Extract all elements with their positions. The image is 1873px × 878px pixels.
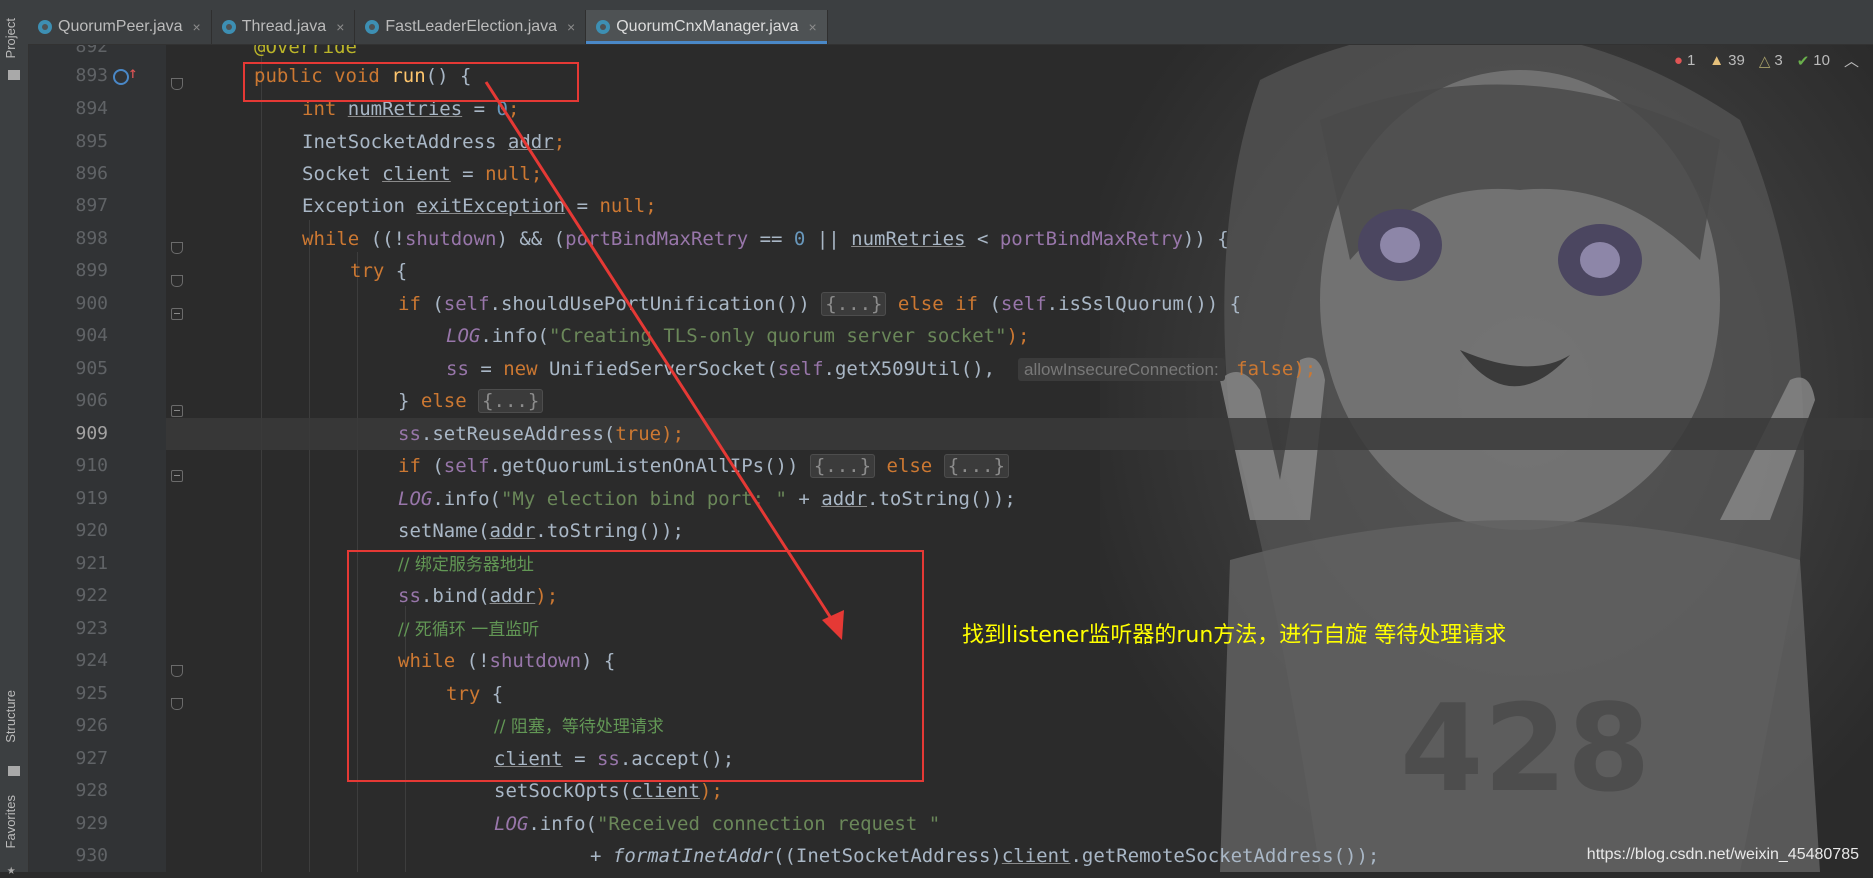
parameter-hint: allowInsecureConnection: [1018, 358, 1225, 381]
line-number: 906 [75, 390, 108, 411]
code-line-919: LOG.info("My election bind port: " + add… [398, 488, 1016, 510]
editor-tab-bar: QuorumPeer.java × Thread.java × FastLead… [28, 10, 1873, 45]
annotation-text: 找到listener监听器的run方法，进行自旋 等待处理请求 [962, 623, 1507, 648]
star-icon: ★ [7, 862, 16, 878]
tab-label: QuorumPeer.java [58, 18, 183, 35]
highlight-box-run-method [243, 62, 579, 102]
inspection-widget[interactable]: ● 1 ▲ 39 △ 3 ✔ 10 ︿ [1674, 50, 1859, 71]
overrides-method-icon[interactable] [113, 69, 129, 85]
warning-icon: ▲ [1709, 52, 1725, 69]
editor-gutter: 892 893 894 895 896 897 898 899 900 904 … [28, 36, 183, 872]
line-number: 929 [75, 813, 108, 834]
structure-label: Structure [3, 690, 18, 743]
code-line-910: if (self.getQuorumListenOnAllIPs()) {...… [166, 450, 1873, 482]
close-icon[interactable]: × [809, 19, 817, 35]
project-label: Project [3, 18, 18, 59]
line-number: 924 [75, 650, 108, 671]
typos-count[interactable]: ✔ 10 [1797, 52, 1830, 70]
line-number: 893 [75, 65, 108, 86]
tab-label: QuorumCnxManager.java [616, 18, 799, 35]
line-number-current: 909 [75, 423, 108, 444]
code-line-899: try { [350, 260, 408, 282]
structure-tool-button[interactable]: Structure [3, 690, 18, 743]
line-number: 925 [75, 683, 108, 704]
code-line-905: ss = new UnifiedServerSocket(self.getX50… [446, 358, 1317, 381]
error-icon: ● [1673, 52, 1683, 69]
line-number: 922 [75, 585, 108, 606]
line-number: 897 [75, 195, 108, 216]
tab-fastleaderelection[interactable]: FastLeaderElection.java × [355, 10, 587, 44]
folded-block[interactable]: {...} [821, 292, 887, 316]
java-class-icon [221, 20, 236, 34]
code-line-895: InetSocketAddress addr; [302, 131, 566, 153]
java-class-icon [596, 20, 611, 34]
code-line-929: LOG.info("Received connection request " [494, 813, 941, 835]
project-tool-button[interactable]: Project [3, 18, 18, 58]
folded-block[interactable]: {...} [943, 454, 1009, 478]
code-line-920: setName(addr.toString()); [398, 520, 684, 542]
tab-quorumcnxmanager[interactable]: QuorumCnxManager.java × [586, 10, 828, 44]
line-number: 899 [75, 260, 108, 281]
code-line-904: LOG.info("Creating TLS-only quorum serve… [446, 325, 1030, 347]
java-class-icon [365, 20, 380, 34]
favorites-tool-button[interactable]: Favorites [3, 795, 18, 848]
tab-quorumpeer[interactable]: QuorumPeer.java × [28, 10, 212, 44]
line-number: 921 [75, 553, 108, 574]
weak-warnings-count[interactable]: △ 3 [1759, 52, 1783, 70]
warnings-count[interactable]: ▲ 39 [1709, 52, 1745, 69]
up-arrow-icon: ↑ [128, 63, 138, 82]
breadcrumb [0, 0, 1873, 10]
line-number: 930 [75, 845, 108, 866]
line-number: 896 [75, 163, 108, 184]
weak-warning-icon: △ [1758, 52, 1771, 70]
close-icon[interactable]: × [336, 19, 344, 35]
line-number: 928 [75, 780, 108, 801]
line-number: 910 [75, 455, 108, 476]
line-number: 927 [75, 748, 108, 769]
favorites-label: Favorites [3, 795, 18, 849]
tab-label: FastLeaderElection.java [385, 18, 558, 35]
line-number: 894 [75, 98, 108, 119]
code-line-900: if (self.shouldUsePortUnification()) {..… [398, 292, 1242, 316]
code-line-898: while ((!shutdown) && (portBindMaxRetry … [302, 228, 1229, 250]
line-number: 895 [75, 131, 108, 152]
highlight-box-accept-loop [347, 550, 924, 782]
errors-count[interactable]: ● 1 [1674, 52, 1695, 69]
line-number: 919 [75, 488, 108, 509]
structure-icon [8, 766, 20, 776]
close-icon[interactable]: × [193, 19, 201, 35]
folded-block[interactable]: {...} [809, 454, 876, 478]
watermark: https://blog.csdn.net/weixin_45480785 [1586, 846, 1859, 863]
chevron-up-icon[interactable]: ︿ [1844, 50, 1859, 71]
line-number: 920 [75, 520, 108, 541]
check-icon: ✔ [1796, 52, 1810, 70]
code-line-897: Exception exitException = null; [302, 195, 657, 217]
folder-icon [8, 70, 20, 80]
line-number: 900 [75, 293, 108, 314]
java-class-icon [38, 20, 52, 34]
line-number: 904 [75, 325, 108, 346]
tab-thread[interactable]: Thread.java × [212, 10, 356, 44]
code-line-909-current: ss.setReuseAddress(true); [166, 418, 1873, 450]
line-number: 905 [75, 358, 108, 379]
line-number: 926 [75, 715, 108, 736]
code-line-906: } else {...} [166, 385, 1873, 417]
tool-window-strip: Project Structure Favorites ★ [0, 10, 29, 878]
folded-block[interactable]: {...} [478, 389, 544, 413]
code-line-896: Socket client = null; [302, 163, 543, 185]
line-number: 923 [75, 618, 108, 639]
close-icon[interactable]: × [567, 19, 575, 35]
line-number: 898 [75, 228, 108, 249]
tab-label: Thread.java [241, 18, 327, 35]
